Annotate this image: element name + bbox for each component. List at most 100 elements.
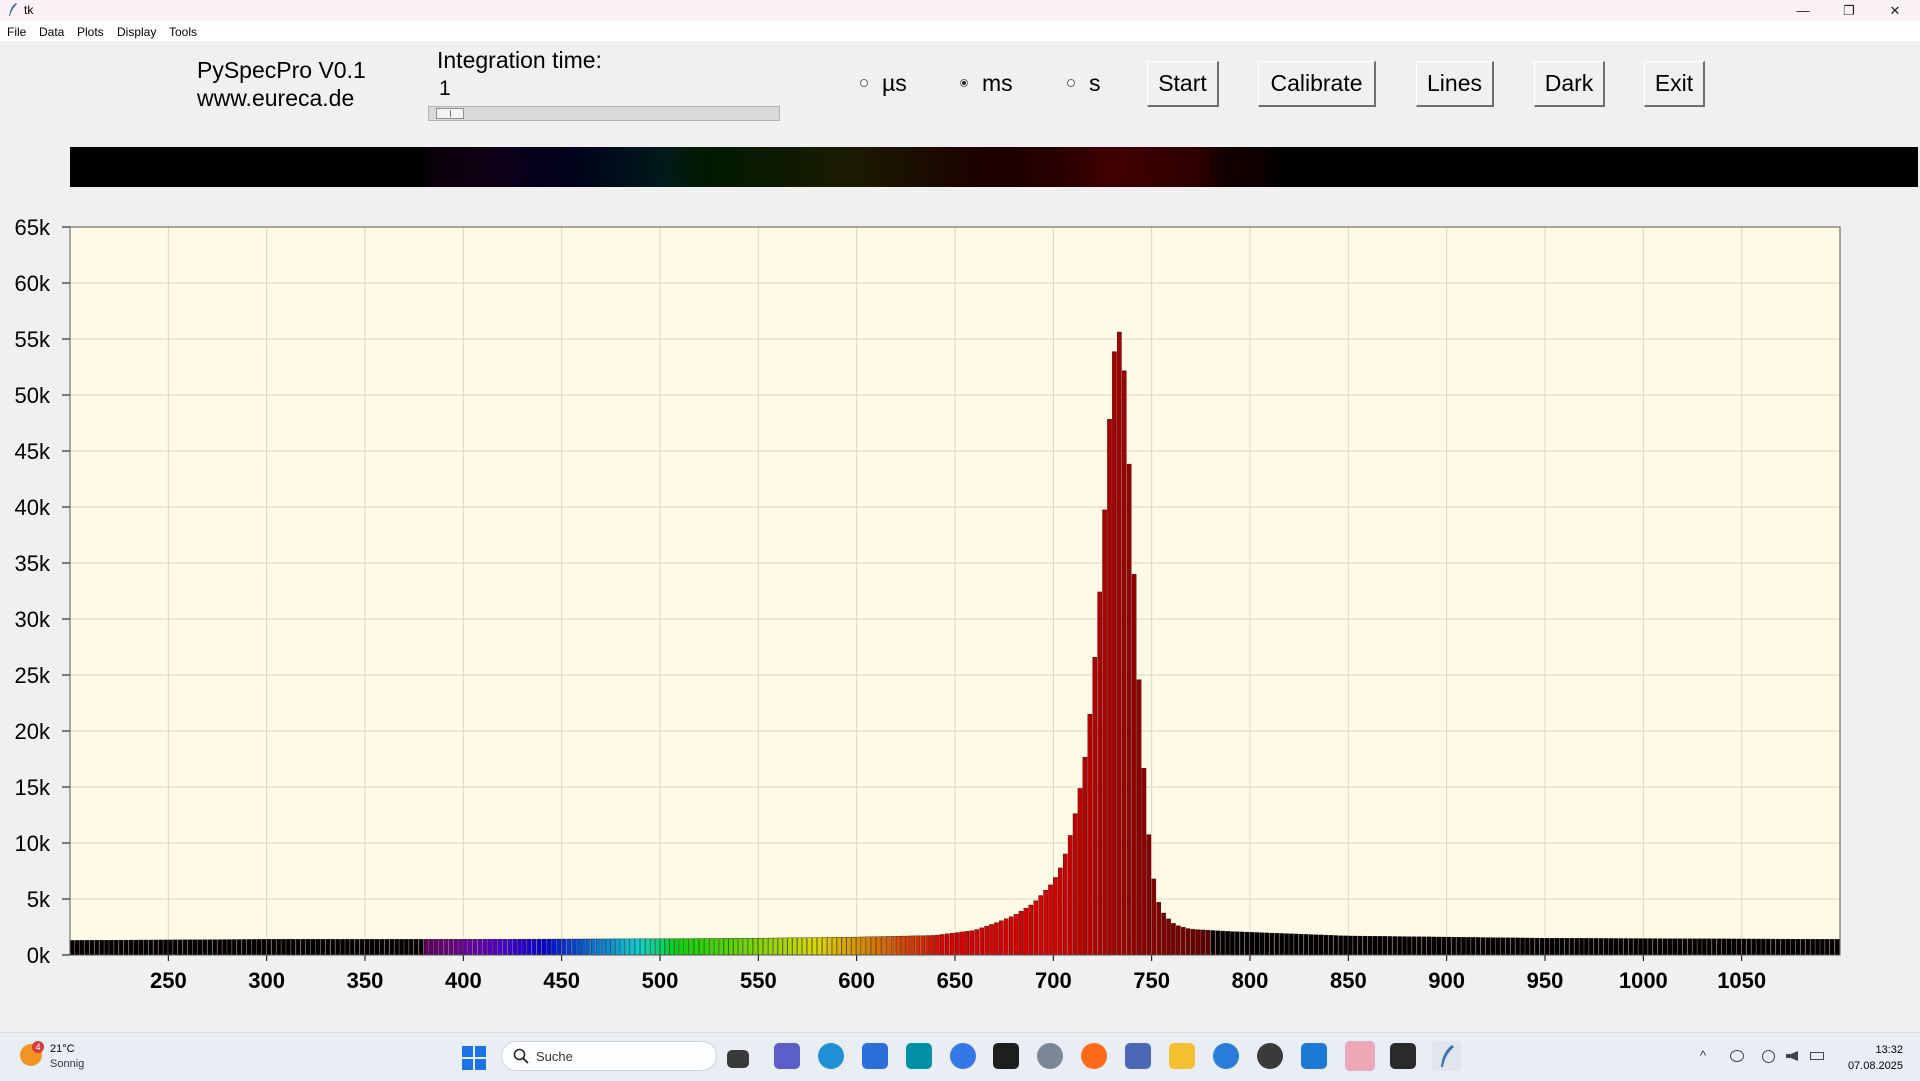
powershell-icon[interactable] bbox=[1390, 1043, 1416, 1069]
spectrum-bar bbox=[1220, 930, 1225, 956]
app-wave-icon[interactable] bbox=[1213, 1043, 1239, 1069]
arduino-icon[interactable] bbox=[906, 1043, 932, 1069]
spectrum-bar bbox=[561, 938, 567, 956]
spectrum-bar bbox=[1362, 935, 1368, 956]
spectrum-bar bbox=[1215, 930, 1220, 956]
spectrum-bar bbox=[389, 939, 394, 956]
network-drive-icon[interactable] bbox=[1037, 1043, 1063, 1069]
spectrum-bar bbox=[1466, 937, 1471, 956]
spectrum-bar bbox=[517, 938, 522, 956]
edge-icon[interactable] bbox=[818, 1043, 844, 1069]
file-explorer-icon[interactable] bbox=[1169, 1043, 1195, 1069]
active-app-icon[interactable] bbox=[1345, 1041, 1375, 1071]
radio-dot-ms[interactable] bbox=[960, 79, 968, 87]
unit-radio-us[interactable]: µs bbox=[860, 70, 907, 96]
spectrum-bar bbox=[315, 939, 321, 956]
maximize-button[interactable]: ❐ bbox=[1826, 0, 1872, 21]
exit-button[interactable]: Exit bbox=[1644, 61, 1705, 107]
notepad-icon[interactable] bbox=[1301, 1043, 1327, 1069]
spectrum-bar bbox=[1451, 936, 1456, 956]
spectrum-bar bbox=[905, 935, 911, 956]
firefox-icon[interactable] bbox=[1081, 1043, 1107, 1069]
spectrum-bar bbox=[1180, 926, 1186, 956]
spectrum-bar bbox=[930, 935, 935, 956]
spectrum-bar bbox=[1426, 936, 1432, 956]
sync-icon[interactable] bbox=[1730, 1050, 1744, 1062]
app-header: PySpecPro V0.1 www.eureca.de bbox=[197, 56, 366, 112]
globe-icon[interactable] bbox=[1762, 1050, 1775, 1063]
integration-time-slider[interactable] bbox=[428, 106, 780, 121]
slider-thumb[interactable] bbox=[436, 108, 465, 119]
task-view-icon[interactable] bbox=[727, 1050, 749, 1068]
spectrum-bar bbox=[433, 939, 439, 956]
windows-start-icon[interactable] bbox=[462, 1046, 486, 1070]
teams-icon[interactable] bbox=[774, 1043, 800, 1069]
radio-dot-us[interactable] bbox=[860, 79, 868, 87]
minimize-button[interactable]: — bbox=[1780, 0, 1826, 21]
calibrate-button[interactable]: Calibrate bbox=[1258, 61, 1376, 107]
spectrum-bar bbox=[1446, 936, 1452, 956]
spectrum-bar bbox=[551, 938, 557, 956]
spectrum-bar bbox=[1392, 936, 1397, 956]
spectrum-bar bbox=[1298, 934, 1304, 956]
store-icon[interactable] bbox=[862, 1043, 888, 1069]
spectrum-bar bbox=[1593, 938, 1599, 956]
spectrum-bar bbox=[1711, 938, 1717, 956]
tray-chevron-icon[interactable]: ^ bbox=[1700, 1048, 1706, 1063]
spectrum-bar bbox=[374, 939, 380, 956]
start-button[interactable]: Start bbox=[1147, 61, 1219, 107]
terminal-icon[interactable] bbox=[993, 1043, 1019, 1069]
remote-desktop-icon[interactable] bbox=[1125, 1043, 1151, 1069]
y-tick-label: 5k bbox=[27, 887, 51, 912]
spectrum-bar bbox=[1082, 756, 1088, 956]
taskbar-search[interactable]: Suche bbox=[501, 1041, 717, 1071]
tk-feather-taskbar-icon[interactable] bbox=[1432, 1041, 1462, 1071]
unit-radio-s[interactable]: s bbox=[1067, 70, 1101, 96]
x-tick-label: 350 bbox=[347, 968, 384, 993]
spectrum-bar bbox=[1475, 937, 1481, 956]
spectrum-bar bbox=[202, 939, 208, 956]
spectrum-bar bbox=[1333, 935, 1338, 956]
spectrum-bar bbox=[345, 939, 350, 956]
clock[interactable]: 13:32 07.08.2025 bbox=[1848, 1042, 1903, 1074]
spectrum-bar bbox=[1608, 938, 1614, 956]
spectrum-bar bbox=[468, 939, 473, 956]
app-circle-icon[interactable] bbox=[950, 1043, 976, 1069]
spectrum-bar bbox=[1436, 936, 1442, 956]
unit-radio-ms[interactable]: ms bbox=[960, 70, 1013, 96]
spectrum-bar bbox=[1156, 902, 1161, 956]
menu-plots[interactable]: Plots bbox=[77, 25, 104, 39]
spectrum-bar bbox=[645, 938, 650, 956]
spectrum-bar bbox=[1313, 934, 1319, 956]
battery-icon[interactable] bbox=[1810, 1052, 1824, 1060]
weather-condition[interactable]: Sonnig bbox=[50, 1058, 84, 1070]
spectrum-bar bbox=[890, 936, 896, 956]
spectrum-bar bbox=[1785, 938, 1791, 956]
spectrum-bar bbox=[89, 940, 95, 956]
menu-display[interactable]: Display bbox=[117, 25, 156, 39]
close-button[interactable]: ✕ bbox=[1872, 0, 1918, 21]
spectrum-bar bbox=[556, 938, 562, 956]
speaker-muted-icon[interactable] bbox=[1786, 1051, 1798, 1061]
spectrum-bar bbox=[1353, 935, 1358, 956]
dark-button[interactable]: Dark bbox=[1534, 61, 1605, 107]
y-tick-label: 10k bbox=[15, 831, 51, 856]
lines-button[interactable]: Lines bbox=[1416, 61, 1494, 107]
weather-temperature[interactable]: 21°C bbox=[50, 1043, 75, 1055]
spectrum-bar bbox=[1726, 938, 1732, 956]
menu-data[interactable]: Data bbox=[39, 25, 64, 39]
spectrum-bar bbox=[512, 938, 517, 956]
spectrum-bar bbox=[1534, 937, 1540, 956]
menu-file[interactable]: File bbox=[7, 25, 26, 39]
spectrum-bar bbox=[659, 938, 665, 956]
spectrum-bar bbox=[1161, 912, 1166, 956]
radio-dot-s[interactable] bbox=[1067, 79, 1075, 87]
menu-tools[interactable]: Tools bbox=[169, 25, 197, 39]
spectrum-bar bbox=[74, 940, 80, 956]
spectrum-bar bbox=[1618, 938, 1624, 956]
spectrum-bar bbox=[1790, 938, 1796, 956]
hs-app-icon[interactable] bbox=[1257, 1043, 1283, 1069]
spectrum-bar bbox=[817, 937, 822, 956]
spectrum-bar bbox=[826, 937, 832, 956]
spectrum-bar bbox=[949, 933, 955, 956]
